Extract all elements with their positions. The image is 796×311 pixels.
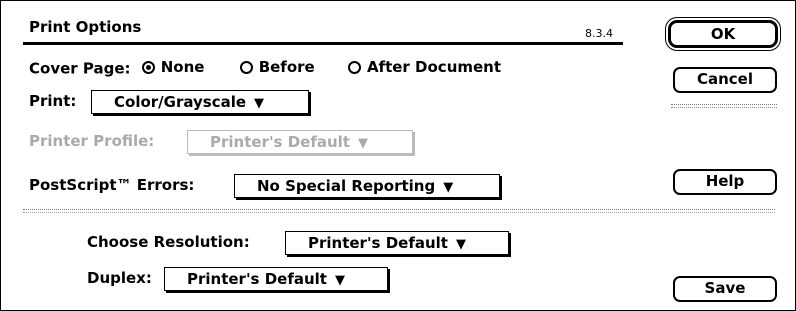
save-button[interactable]: Save: [673, 276, 777, 302]
choose-resolution-label: Choose Resolution:: [87, 233, 250, 251]
radio-none[interactable]: None: [141, 58, 205, 76]
printer-profile-label: Printer Profile:: [29, 132, 155, 150]
radio-after-document[interactable]: After Document: [347, 58, 502, 76]
postscript-errors-popup-value: No Special Reporting: [257, 177, 436, 195]
button-divider: [671, 104, 777, 105]
version-label: 8.3.4: [585, 27, 613, 40]
print-options-dialog: Print Options 8.3.4 Cover Page: None Bef…: [0, 0, 796, 311]
radio-before[interactable]: Before: [239, 58, 315, 76]
radio-unselected-icon: [347, 60, 361, 74]
printer-profile-popup: Printer's Default ▼: [187, 130, 413, 154]
chevron-down-icon: ▼: [443, 180, 454, 195]
radio-unselected-icon: [239, 60, 253, 74]
cover-page-label: Cover Page:: [29, 59, 131, 78]
duplex-label: Duplex:: [87, 269, 152, 287]
radio-none-label: None: [160, 58, 205, 76]
chevron-down-icon: ▼: [254, 96, 265, 111]
ok-button[interactable]: OK: [668, 20, 778, 48]
radio-after-document-label: After Document: [366, 58, 502, 76]
chevron-down-icon: ▼: [334, 273, 345, 288]
print-popup[interactable]: Color/Grayscale ▼: [91, 90, 309, 114]
section-divider: [23, 212, 775, 213]
cancel-button[interactable]: Cancel: [673, 67, 777, 93]
chevron-down-icon: ▼: [357, 136, 368, 151]
resolution-popup[interactable]: Printer's Default ▼: [285, 231, 509, 255]
printer-profile-popup-value: Printer's Default: [210, 133, 350, 151]
section-divider: [23, 209, 775, 210]
radio-before-label: Before: [258, 58, 315, 76]
help-button[interactable]: Help: [673, 169, 777, 195]
dialog-title: Print Options: [29, 18, 142, 36]
duplex-popup-value: Printer's Default: [187, 270, 327, 288]
cover-page-row: Cover Page: None Before After Document: [29, 58, 501, 78]
resolution-popup-value: Printer's Default: [308, 234, 448, 252]
postscript-errors-popup[interactable]: No Special Reporting ▼: [234, 174, 500, 198]
duplex-popup[interactable]: Printer's Default ▼: [164, 267, 388, 291]
print-label: Print:: [29, 92, 77, 110]
postscript-errors-label: PostScript™ Errors:: [29, 176, 195, 194]
title-rule: [23, 42, 623, 45]
print-popup-value: Color/Grayscale: [114, 93, 247, 111]
chevron-down-icon: ▼: [455, 237, 466, 252]
radio-selected-icon: [141, 60, 155, 74]
button-divider: [671, 107, 777, 108]
